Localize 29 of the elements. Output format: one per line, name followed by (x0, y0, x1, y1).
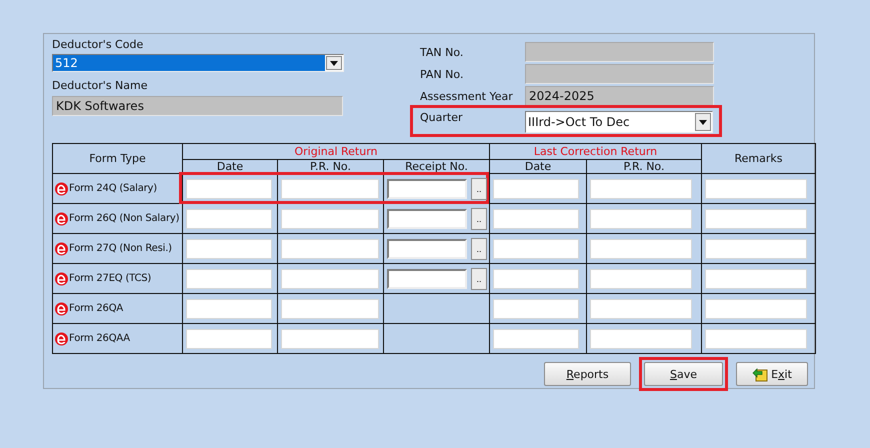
action-button[interactable]: Reports (544, 362, 631, 386)
quarter-dropdown[interactable]: IIIrd->Oct To Dec (525, 111, 713, 133)
group-header: Last Correction Return (490, 144, 702, 160)
browse-button[interactable]: .. (471, 238, 487, 260)
action-button[interactable]: Save (644, 362, 723, 386)
form-name: Form 27EQ (TCS) (69, 273, 152, 284)
column-header: Form Type (52, 144, 182, 174)
column-header: P.R. No. (586, 160, 702, 174)
browse-button[interactable]: .. (471, 178, 487, 200)
browse-button[interactable]: .. (471, 208, 487, 230)
form-name: Form 26QAA (69, 333, 130, 344)
deductor-name-field[interactable]: KDK Softwares (52, 96, 343, 116)
info-field[interactable]: 2024-2025 (525, 86, 714, 106)
deductor-code-dropdown[interactable]: 512 (52, 54, 344, 72)
field-label: Quarter (420, 111, 464, 124)
group-header: Original Return (182, 144, 490, 160)
form-name: Form 24Q (Salary) (69, 183, 157, 194)
field-label: TAN No. (420, 46, 464, 58)
field-label: Assessment Year (420, 90, 514, 102)
form-name: Form 26QA (69, 303, 124, 314)
browse-button[interactable]: .. (471, 268, 487, 290)
field-label: Deductor's Code (52, 38, 144, 52)
field-label: Deductor's Name (52, 79, 149, 93)
form-name: Form 26Q (Non Salary) (69, 213, 180, 224)
field-label: PAN No. (420, 68, 464, 80)
column-header: Date (490, 160, 586, 174)
form-name: Form 27Q (Non Resi.) (69, 243, 172, 254)
exit-button[interactable]: Exit (736, 362, 808, 386)
column-header: Remarks (702, 144, 816, 174)
